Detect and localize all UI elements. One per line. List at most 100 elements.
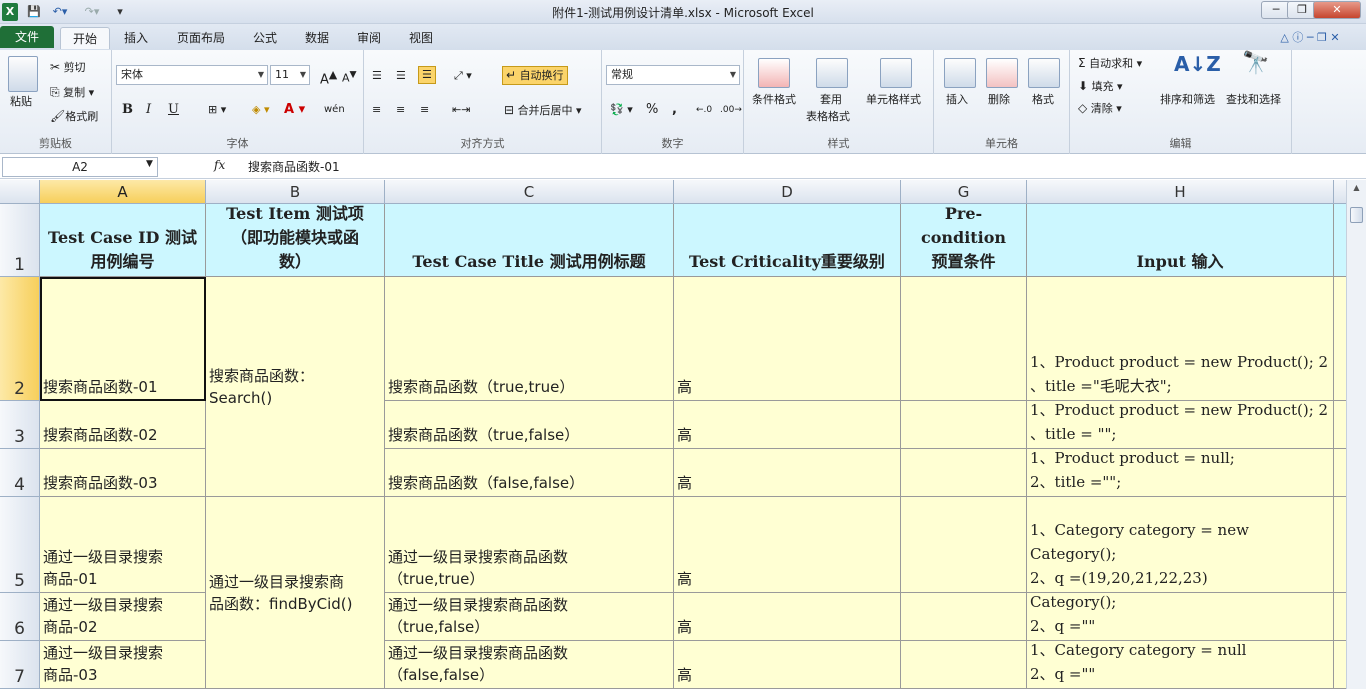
fill-color-icon[interactable]: ◈ ▾ bbox=[252, 102, 269, 118]
row-header-7[interactable]: 7 bbox=[0, 641, 40, 689]
cell-a1[interactable]: Test Case ID 测试 用例编号 bbox=[40, 204, 206, 277]
bold-button[interactable]: B bbox=[122, 102, 133, 118]
font-color-icon[interactable]: A ▾ bbox=[284, 102, 305, 118]
cell-g1[interactable]: Pre-condition 预置条件 bbox=[901, 204, 1027, 277]
name-box[interactable]: A2 bbox=[2, 157, 158, 177]
cell-h3[interactable]: 1、Product product = new Product(); 2 、tit… bbox=[1027, 401, 1334, 449]
cell-g2[interactable] bbox=[901, 277, 1027, 401]
merge-center-button[interactable]: ⊟ 合并后居中 ▾ bbox=[504, 102, 582, 119]
cell-b1[interactable]: Test Item 测试项 （即功能模块或函 数） bbox=[206, 204, 385, 277]
column-header-g[interactable]: G bbox=[901, 180, 1027, 204]
cell-h4[interactable]: 1、Product product = null; 2、title =""; bbox=[1027, 449, 1334, 497]
currency-icon[interactable]: 💱 ▾ bbox=[610, 102, 633, 118]
cell-h2[interactable]: 1、Product product = new Product(); 2 、tit… bbox=[1027, 277, 1334, 401]
delete-cells-icon[interactable] bbox=[986, 58, 1018, 88]
cell-g5[interactable] bbox=[901, 497, 1027, 593]
align-left-icon[interactable]: ≡ bbox=[372, 102, 381, 118]
cell-c3[interactable]: 搜索商品函数（true,false） bbox=[385, 401, 674, 449]
cell-g3[interactable] bbox=[901, 401, 1027, 449]
cell-d1[interactable]: Test Criticality重要级别 bbox=[674, 204, 901, 277]
cell-h7[interactable]: 1、Category category = null 2、q ="" bbox=[1027, 641, 1334, 689]
align-top-icon[interactable]: ☰ bbox=[372, 68, 382, 84]
cell-i4[interactable] bbox=[1334, 449, 1346, 497]
find-select-button[interactable]: 查找和选择 bbox=[1226, 92, 1281, 108]
tab-file[interactable]: 文件 bbox=[0, 26, 54, 48]
tab-insert[interactable]: 插入 bbox=[114, 27, 158, 49]
autosum-button[interactable]: Σ 自动求和 ▾ bbox=[1078, 55, 1142, 72]
decrease-decimal-icon[interactable]: .00→ bbox=[720, 102, 742, 118]
clear-button[interactable]: ◇ 清除 ▾ bbox=[1078, 100, 1122, 117]
wrap-text-button[interactable]: ↵ 自动换行 bbox=[502, 66, 568, 85]
cell-g4[interactable] bbox=[901, 449, 1027, 497]
cell-styles-button[interactable]: 单元格样式 bbox=[866, 92, 921, 108]
align-center-icon[interactable]: ≡ bbox=[396, 102, 405, 118]
copy-button[interactable]: ⎘ 复制 ▾ bbox=[50, 84, 94, 101]
scroll-up-icon[interactable]: ▲ bbox=[1350, 182, 1363, 194]
align-bottom-icon[interactable]: ☰ bbox=[418, 66, 436, 84]
format-painter-button[interactable]: 🖌格式刷 bbox=[50, 108, 98, 125]
number-format-select[interactable]: 常规 ▼ bbox=[606, 65, 740, 85]
sort-icon[interactable]: A↓Z bbox=[1174, 54, 1221, 74]
cell-d6[interactable]: 高 bbox=[674, 593, 901, 641]
cell-g7[interactable] bbox=[901, 641, 1027, 689]
align-middle-icon[interactable]: ☰ bbox=[396, 68, 406, 84]
cell-c7[interactable]: 通过一级目录搜索商品函数 （false,false） bbox=[385, 641, 674, 689]
column-header-a[interactable]: A bbox=[40, 180, 206, 204]
cell-b5-merged[interactable]: 通过一级目录搜索商 品函数：findByCid() bbox=[206, 497, 385, 689]
cell-c1[interactable]: Test Case Title 测试用例标题 bbox=[385, 204, 674, 277]
close-button[interactable]: ✕ bbox=[1313, 1, 1361, 19]
select-all-corner[interactable] bbox=[0, 180, 40, 204]
name-box-chevron-icon[interactable]: ▼ bbox=[146, 159, 153, 169]
paste-icon[interactable] bbox=[8, 56, 38, 92]
worksheet-grid[interactable]: A B C D G H 1 2 3 4 5 6 7 Test Case ID 测… bbox=[0, 180, 1346, 689]
tab-review[interactable]: 审阅 bbox=[348, 27, 390, 49]
fill-button[interactable]: ⬇ 填充 ▾ bbox=[1078, 78, 1123, 95]
cell-d7[interactable]: 高 bbox=[674, 641, 901, 689]
cell-b2-merged[interactable]: 搜索商品函数： Search() bbox=[206, 277, 385, 497]
font-size-select[interactable]: 11 ▼ bbox=[270, 65, 310, 85]
comma-button[interactable]: , bbox=[672, 102, 677, 118]
cell-a4[interactable]: 搜索商品函数-03 bbox=[40, 449, 206, 497]
cell-a3[interactable]: 搜索商品函数-02 bbox=[40, 401, 206, 449]
cell-d2[interactable]: 高 bbox=[674, 277, 901, 401]
cut-button[interactable]: ✂ 剪切 bbox=[50, 59, 86, 76]
paste-button[interactable]: 粘贴 bbox=[10, 94, 32, 110]
cell-a5[interactable]: 通过一级目录搜索 商品-01 bbox=[40, 497, 206, 593]
tab-formulas[interactable]: 公式 bbox=[244, 27, 286, 49]
delete-button[interactable]: 删除 bbox=[988, 92, 1010, 108]
decrease-indent-icon[interactable]: ⇤⇥ bbox=[452, 102, 470, 118]
tab-data[interactable]: 数据 bbox=[296, 27, 338, 49]
cell-c2[interactable]: 搜索商品函数（true,true） bbox=[385, 277, 674, 401]
align-right-icon[interactable]: ≡ bbox=[420, 102, 429, 118]
column-header-next[interactable] bbox=[1334, 180, 1346, 204]
cell-a7[interactable]: 通过一级目录搜索 商品-03 bbox=[40, 641, 206, 689]
insert-cells-icon[interactable] bbox=[944, 58, 976, 88]
italic-button[interactable]: I bbox=[146, 102, 151, 118]
format-table-line2[interactable]: 表格格式 bbox=[806, 109, 850, 125]
cell-styles-icon[interactable] bbox=[880, 58, 912, 88]
orientation-icon[interactable]: ⤢ ▾ bbox=[454, 68, 472, 84]
format-button[interactable]: 格式 bbox=[1032, 92, 1054, 108]
cell-c6[interactable]: 通过一级目录搜索商品函数 （true,false） bbox=[385, 593, 674, 641]
borders-icon[interactable]: ⊞ ▾ bbox=[208, 102, 226, 118]
formula-input[interactable]: 搜索商品函数-01 bbox=[248, 158, 340, 175]
format-table-icon[interactable] bbox=[816, 58, 848, 88]
cell-d4[interactable]: 高 bbox=[674, 449, 901, 497]
tab-view[interactable]: 视图 bbox=[400, 27, 442, 49]
increase-decimal-icon[interactable]: ←.0 bbox=[696, 102, 712, 118]
grow-font-icon[interactable]: A▲ bbox=[320, 67, 337, 88]
cell-i6[interactable] bbox=[1334, 593, 1346, 641]
cell-i7[interactable] bbox=[1334, 641, 1346, 689]
row-header-3[interactable]: 3 bbox=[0, 401, 40, 449]
shrink-font-icon[interactable]: A▼ bbox=[342, 67, 357, 87]
conditional-format-icon[interactable] bbox=[758, 58, 790, 88]
vertical-scrollbar[interactable]: ▲ bbox=[1346, 180, 1366, 689]
tab-home[interactable]: 开始 bbox=[60, 27, 110, 49]
cell-h6[interactable]: 1、Category category = new Category(); 2、q… bbox=[1027, 593, 1334, 641]
cell-c5[interactable]: 通过一级目录搜索商品函数 （true,true） bbox=[385, 497, 674, 593]
row-header-5[interactable]: 5 bbox=[0, 497, 40, 593]
cell-c4[interactable]: 搜索商品函数（false,false） bbox=[385, 449, 674, 497]
row-header-2[interactable]: 2 bbox=[0, 277, 40, 401]
scrollbar-thumb[interactable] bbox=[1350, 207, 1363, 223]
row-header-1[interactable]: 1 bbox=[0, 204, 40, 277]
